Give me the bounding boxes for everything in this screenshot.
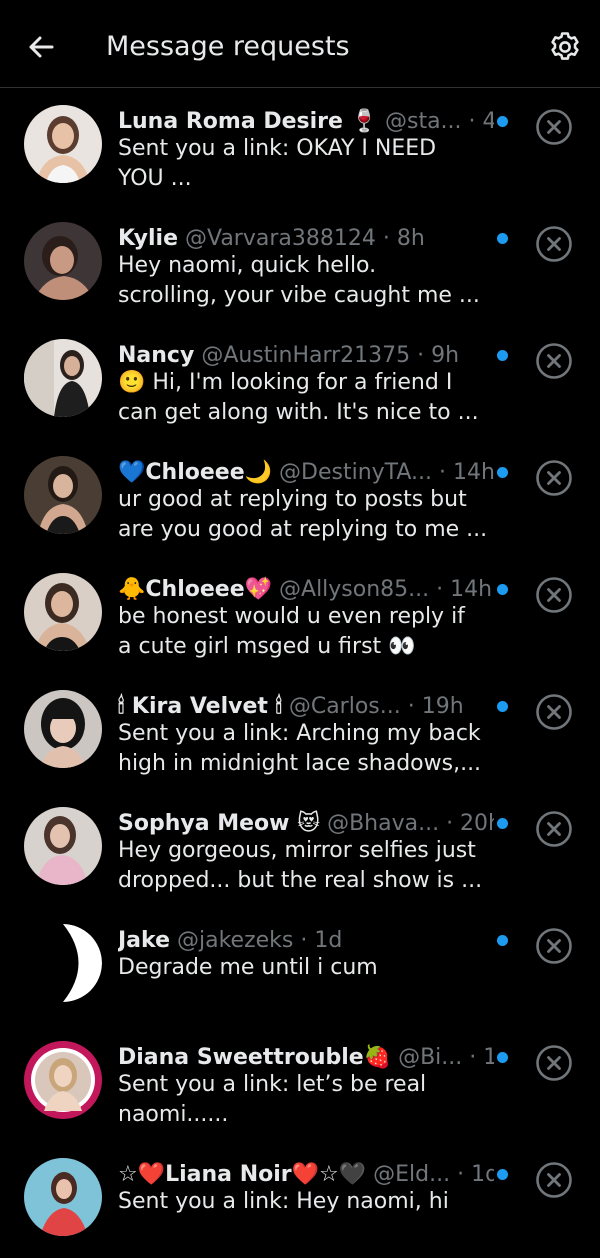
sender-handle: @Bi... [398,1045,463,1070]
sender-name: Kylie [118,226,178,251]
timestamp: · 14h [439,460,494,485]
request-row[interactable]: Luna Roma Desire 🍷 @sta... · 4h Sent you… [0,88,600,205]
sender-name: Diana Sweettrouble🍓 [118,1045,392,1070]
sender-name: Jake [118,928,170,953]
avatar[interactable] [24,807,102,885]
close-icon[interactable] [535,810,573,848]
message-preview: Sent you a link: Hey naomi, hi [118,1189,449,1214]
timestamp: · 8h [382,226,425,251]
timestamp: · 19h [407,694,464,719]
unread-dot [497,1169,508,1180]
page-title: Message requests [106,31,350,62]
sender-name: Luna Roma Desire 🍷 [118,109,378,134]
unread-dot [497,818,508,829]
close-icon[interactable] [535,693,573,731]
request-row[interactable]: Nancy @AustinHarr21375 · 9h 🙂 Hi, I'm lo… [0,322,600,439]
message-preview: be honest would u even reply if a cute g… [118,604,465,659]
unread-dot [497,701,508,712]
avatar[interactable] [24,339,102,417]
request-row[interactable]: 🐥Chloeee💖 @Allyson85... · 14h be honest … [0,556,600,673]
timestamp: · 20h [446,811,494,836]
unread-dot [497,935,508,946]
close-icon[interactable] [535,108,573,146]
gear-icon[interactable] [548,30,582,64]
sender-handle: @AustinHarr21375 [201,343,411,368]
unread-dot [497,584,508,595]
message-preview: Hey gorgeous, mirror selfies just droppe… [118,838,483,893]
avatar[interactable] [24,924,102,1002]
sender-name: 💙Chloeee🌙 [118,460,273,485]
sender-name: Sophya Meow 😻 [118,811,321,836]
message-preview: Sent you a link: let’s be real naomi....… [118,1072,427,1127]
request-row[interactable]: 💙Chloeee🌙 @DestinyTA... · 14h ur good at… [0,439,600,556]
close-icon[interactable] [535,459,573,497]
avatar[interactable] [24,222,102,300]
timestamp: · 1d [300,928,343,953]
timestamp: · 1d [457,1162,494,1187]
close-icon[interactable] [535,1161,573,1199]
timestamp: · 1d [469,1045,494,1070]
sender-handle: @Varvara388124 [184,226,376,251]
sender-name: ☆❤️Liana Noir❤️☆🖤 [118,1162,367,1187]
sender-handle: @Carlos... [288,694,401,719]
request-row[interactable]: 🕯 Kira Velvet 🕯 @Carlos... · 19h Sent yo… [0,673,600,790]
sender-name: 🕯 Kira Velvet 🕯 [118,694,282,719]
message-preview: Sent you a link: Arching my back high in… [118,721,482,776]
message-preview: Degrade me until i cum [118,955,378,980]
message-preview: ur good at replying to posts but are you… [118,487,488,542]
avatar[interactable] [24,456,102,534]
sender-handle: @Bhava... [327,811,440,836]
sender-name: 🐥Chloeee💖 [118,577,273,602]
message-preview: 🙂 Hi, I'm looking for a friend I can get… [118,370,479,425]
avatar[interactable] [24,690,102,768]
close-icon[interactable] [535,342,573,380]
unread-dot [497,116,508,127]
sender-handle: @Allyson85... [279,577,430,602]
timestamp: · 4h [468,109,494,134]
sender-handle: @Eld... [373,1162,451,1187]
request-row[interactable]: Jake @jakezeks · 1d Degrade me until i c… [0,907,600,1024]
avatar[interactable] [24,105,102,183]
unread-dot [497,350,508,361]
close-icon[interactable] [535,1044,573,1082]
request-row[interactable]: Diana Sweettrouble🍓 @Bi... · 1d Sent you… [0,1024,600,1141]
close-icon[interactable] [535,927,573,965]
unread-dot [497,233,508,244]
request-row[interactable]: Kylie @Varvara388124 · 8h Hey naomi, qui… [0,205,600,322]
close-icon[interactable] [535,225,573,263]
message-preview: Sent you a link: OKAY I NEED YOU ... [118,136,437,191]
avatar[interactable] [24,1158,102,1236]
unread-dot [497,467,508,478]
timestamp: · 9h [417,343,460,368]
sender-handle: @jakezeks [177,928,294,953]
sender-name: Nancy [118,343,195,368]
top-app-bar: Message requests [0,0,600,88]
close-icon[interactable] [535,576,573,614]
message-preview: Hey naomi, quick hello. scrolling, your … [118,253,480,308]
sender-handle: @sta... [384,109,462,134]
avatar[interactable] [24,573,102,651]
unread-dot [497,1052,508,1063]
arrow-left-icon[interactable] [24,30,58,64]
sender-handle: @DestinyTA... [279,460,433,485]
timestamp: · 14h [436,577,493,602]
request-row[interactable]: Sophya Meow 😻 @Bhava... · 20h Hey gorgeo… [0,790,600,907]
avatar[interactable] [24,1041,102,1119]
